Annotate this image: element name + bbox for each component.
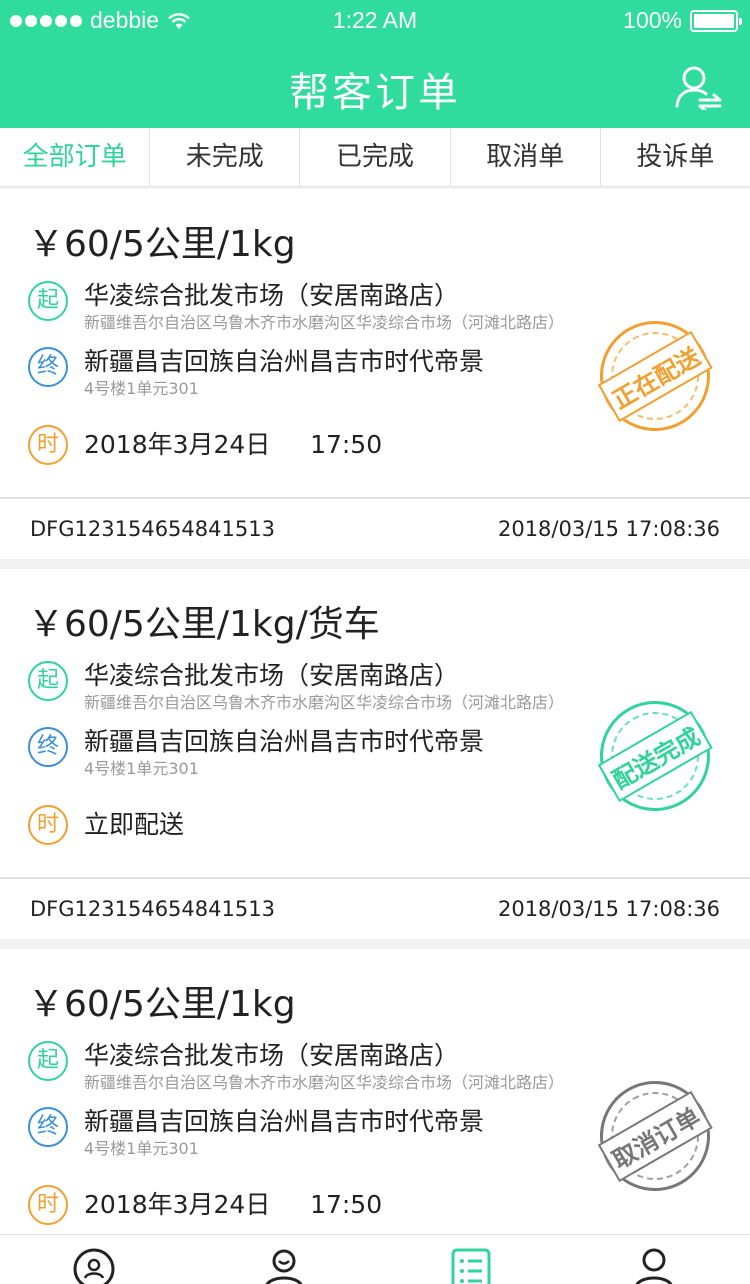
start-name: 华凌综合批发市场（安居南路店） bbox=[84, 1041, 460, 1070]
start-name: 华凌综合批发市场（安居南路店） bbox=[84, 661, 460, 690]
status-stamp-text: 正在配送 bbox=[597, 330, 713, 422]
status-right: 100% bbox=[623, 7, 742, 34]
courier-icon[interactable] bbox=[262, 1247, 306, 1284]
profile-circle-icon[interactable] bbox=[72, 1247, 116, 1284]
end-location: 终 新疆昌吉回族自治州昌吉市时代帝景 4号楼1单元301 bbox=[28, 727, 484, 781]
order-footer: DFG123154654841513 2018/03/15 17:08:36 bbox=[0, 877, 750, 939]
delivery-time: 时 2018年3月24日 17:50 bbox=[28, 425, 382, 465]
order-card[interactable]: ￥60/5公里/1kg 起 华凌综合批发市场（安居南路店） 新疆维吾尔自治区乌鲁… bbox=[0, 189, 750, 559]
tab-completed[interactable]: 已完成 bbox=[300, 128, 451, 186]
start-address: 新疆维吾尔自治区乌鲁木齐市水磨沟区华凌综合市场（河滩北路店） bbox=[84, 693, 565, 712]
start-badge: 起 bbox=[28, 661, 68, 701]
end-badge: 终 bbox=[28, 347, 68, 387]
status-stamp-text: 配送完成 bbox=[597, 710, 713, 802]
order-price: ￥60/5公里/1kg bbox=[28, 224, 296, 265]
page-title: 帮客订单 bbox=[289, 70, 461, 116]
start-badge: 起 bbox=[28, 281, 68, 321]
order-card[interactable]: ￥60/5公里/1kg 起 华凌综合批发市场（安居南路店） 新疆维吾尔自治区乌鲁… bbox=[0, 949, 750, 1257]
start-location: 起 华凌综合批发市场（安居南路店） 新疆维吾尔自治区乌鲁木齐市水磨沟区华凌综合市… bbox=[28, 1041, 564, 1095]
order-footer: DFG123154654841513 2018/03/15 17:08:36 bbox=[0, 497, 750, 559]
time-badge: 时 bbox=[28, 805, 68, 845]
tab-complaints[interactable]: 投诉单 bbox=[601, 128, 750, 186]
delivery-time-text: 立即配送 bbox=[84, 810, 185, 839]
end-address: 4号楼1单元301 bbox=[84, 759, 199, 778]
start-address: 新疆维吾尔自治区乌鲁木齐市水磨沟区华凌综合市场（河滩北路店） bbox=[84, 1073, 565, 1092]
start-location: 起 华凌综合批发市场（安居南路店） 新疆维吾尔自治区乌鲁木齐市水磨沟区华凌综合市… bbox=[28, 281, 564, 335]
end-address: 4号楼1单元301 bbox=[84, 379, 199, 398]
end-name: 新疆昌吉回族自治州昌吉市时代帝景 bbox=[84, 347, 485, 376]
order-number: DFG123154654841513 bbox=[30, 517, 275, 541]
account-icon[interactable] bbox=[632, 1247, 676, 1284]
tab-cancelled[interactable]: 取消单 bbox=[451, 128, 601, 186]
order-tabs: 全部订单 未完成 已完成 取消单 投诉单 bbox=[0, 128, 750, 187]
end-location: 终 新疆昌吉回族自治州昌吉市时代帝景 4号楼1单元301 bbox=[28, 1107, 484, 1161]
end-badge: 终 bbox=[28, 1107, 68, 1147]
time-badge: 时 bbox=[28, 425, 68, 465]
start-address: 新疆维吾尔自治区乌鲁木齐市水磨沟区华凌综合市场（河滩北路店） bbox=[84, 313, 565, 332]
user-switch-icon[interactable] bbox=[674, 64, 724, 110]
order-price: ￥60/5公里/1kg/货车 bbox=[28, 604, 380, 645]
status-stamp: 配送完成 bbox=[579, 680, 731, 832]
status-stamp-text: 取消订单 bbox=[597, 1090, 713, 1182]
order-created-at: 2018/03/15 17:08:36 bbox=[497, 897, 720, 921]
order-created-at: 2018/03/15 17:08:36 bbox=[497, 517, 720, 541]
end-name: 新疆昌吉回族自治州昌吉市时代帝景 bbox=[84, 727, 485, 756]
end-badge: 终 bbox=[28, 727, 68, 767]
start-name: 华凌综合批发市场（安居南路店） bbox=[84, 281, 460, 310]
battery-icon bbox=[690, 9, 742, 32]
battery-percent: 100% bbox=[623, 7, 682, 33]
start-location: 起 华凌综合批发市场（安居南路店） 新疆维吾尔自治区乌鲁木齐市水磨沟区华凌综合市… bbox=[28, 661, 564, 715]
bottom-nav bbox=[0, 1234, 750, 1284]
delivery-time: 时 立即配送 bbox=[28, 805, 184, 845]
delivery-time: 时 2018年3月24日 17:50 bbox=[28, 1185, 382, 1225]
end-location: 终 新疆昌吉回族自治州昌吉市时代帝景 4号楼1单元301 bbox=[28, 347, 484, 401]
time-badge: 时 bbox=[28, 1185, 68, 1225]
delivery-time-text: 2018年3月24日 17:50 bbox=[84, 1190, 383, 1219]
order-card[interactable]: ￥60/5公里/1kg/货车 起 华凌综合批发市场（安居南路店） 新疆维吾尔自治… bbox=[0, 569, 750, 939]
order-number: DFG123154654841513 bbox=[30, 897, 275, 921]
status-bar: debbie 1:22 AM 100% bbox=[0, 0, 750, 40]
status-stamp: 取消订单 bbox=[579, 1060, 731, 1212]
tab-incomplete[interactable]: 未完成 bbox=[150, 128, 301, 186]
order-price: ￥60/5公里/1kg bbox=[28, 984, 296, 1025]
orders-list-icon[interactable] bbox=[450, 1247, 494, 1284]
end-address: 4号楼1单元301 bbox=[84, 1139, 199, 1158]
end-name: 新疆昌吉回族自治州昌吉市时代帝景 bbox=[84, 1107, 485, 1136]
delivery-time-text: 2018年3月24日 17:50 bbox=[84, 430, 383, 459]
start-badge: 起 bbox=[28, 1041, 68, 1081]
status-stamp: 正在配送 bbox=[579, 300, 731, 452]
tab-all-orders[interactable]: 全部订单 bbox=[0, 128, 151, 186]
